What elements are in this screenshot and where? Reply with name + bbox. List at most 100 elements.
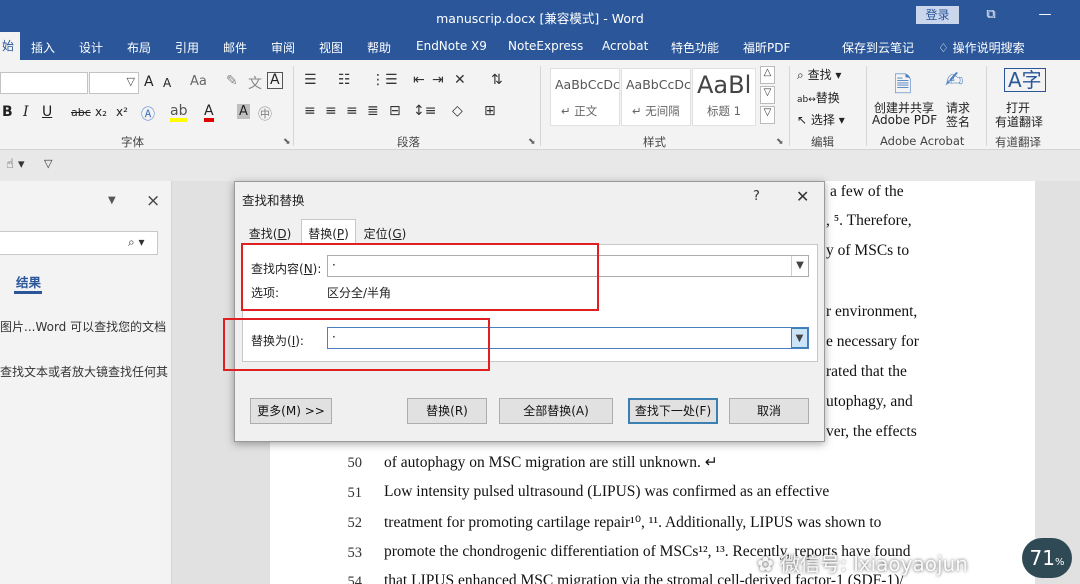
- replace-button[interactable]: 替换(R): [407, 398, 487, 424]
- italic-button[interactable]: I: [23, 104, 29, 120]
- bullets-icon[interactable]: ☰: [304, 72, 317, 88]
- create-pdf-label2[interactable]: Adobe PDF: [872, 113, 937, 127]
- find-button[interactable]: ⌕ 查找 ▾: [797, 66, 841, 83]
- style-name: 标题 1: [707, 104, 741, 118]
- ribbon: ▽ A A Aa ✎ 文 A B I U abc x₂ x² Ⓐ ab A A …: [0, 60, 1080, 150]
- tab-insert[interactable]: 插入: [31, 39, 55, 56]
- tab-layout[interactable]: 布局: [127, 39, 151, 56]
- open-youdao-label2[interactable]: 有道翻译: [995, 113, 1043, 130]
- dialog-launcher-icon[interactable]: ⬊: [283, 137, 291, 147]
- clear-format-icon[interactable]: ✎: [226, 73, 238, 89]
- chinese-layout-icon[interactable]: ✕: [454, 72, 466, 88]
- dialog-launcher-icon[interactable]: ⬊: [776, 137, 784, 147]
- close-icon[interactable]: ✕: [796, 187, 809, 206]
- doc-text-fragment: ver, the effects: [826, 423, 917, 440]
- close-icon[interactable]: ×: [146, 191, 160, 211]
- doc-line: of autophagy on MSC migration are still …: [384, 454, 718, 471]
- tab-home[interactable]: 始: [0, 32, 21, 60]
- tab-special-features[interactable]: 特色功能: [671, 39, 719, 56]
- line-spacing-icon[interactable]: ↕≡: [413, 103, 436, 119]
- style-no-spacing[interactable]: AaBbCcDc ↵ 无间隔: [621, 68, 691, 126]
- doc-text-fragment: e necessary for: [826, 333, 919, 350]
- zoom-badge[interactable]: 71%: [1022, 538, 1072, 578]
- subscript-button[interactable]: x₂: [95, 105, 107, 119]
- increase-indent-icon[interactable]: ⇥: [432, 72, 444, 88]
- align-center-icon[interactable]: ≡: [325, 103, 337, 119]
- enclose-char-icon[interactable]: ㊥: [258, 104, 272, 124]
- style-normal[interactable]: AaBbCcDc ↵ 正文: [550, 68, 620, 126]
- tab-mailings[interactable]: 邮件: [223, 39, 247, 56]
- group-label-adobe: Adobe Acrobat: [880, 134, 965, 148]
- customize-toolbar-icon[interactable]: ▽: [44, 157, 52, 170]
- login-button[interactable]: 登录: [916, 6, 959, 24]
- chevron-down-icon[interactable]: ▼: [791, 328, 808, 348]
- tab-goto[interactable]: 定位(G): [361, 222, 409, 244]
- minimize-icon[interactable]: —: [1034, 6, 1056, 24]
- font-name-combo[interactable]: [0, 72, 88, 94]
- styles-more-icon[interactable]: ▽: [760, 106, 775, 124]
- sort-icon[interactable]: ⇅: [491, 72, 503, 88]
- char-shading-button[interactable]: A: [237, 104, 250, 119]
- tab-endnote[interactable]: EndNote X9: [416, 39, 487, 53]
- dialog-launcher-icon[interactable]: ⬊: [528, 137, 536, 147]
- borders-icon[interactable]: ⊞: [484, 103, 496, 119]
- style-sample: AaBbCcDc: [555, 77, 620, 92]
- help-icon[interactable]: ?: [753, 189, 760, 204]
- justify-icon[interactable]: ≣: [367, 103, 379, 119]
- replace-all-button[interactable]: 全部替换(A): [499, 398, 613, 424]
- pane-options-icon[interactable]: ▼: [108, 195, 116, 206]
- distributed-icon[interactable]: ⊟: [389, 103, 401, 119]
- grow-font-button[interactable]: A: [144, 74, 154, 90]
- bold-button[interactable]: B: [2, 104, 13, 120]
- tab-save-cloud-note[interactable]: 保存到云笔记: [842, 39, 914, 56]
- highlight-box-find: [241, 243, 599, 311]
- superscript-button[interactable]: x²: [116, 105, 128, 119]
- styles-scroll-up-icon[interactable]: △: [760, 66, 775, 84]
- line-number: 53: [347, 545, 363, 561]
- font-color-icon[interactable]: A: [204, 104, 214, 122]
- decrease-indent-icon[interactable]: ⇤: [413, 72, 425, 88]
- request-sign-label2[interactable]: 签名: [946, 113, 970, 130]
- char-border-button[interactable]: A: [267, 72, 283, 89]
- find-next-button[interactable]: 查找下一处(F): [628, 398, 718, 424]
- change-case-button[interactable]: Aa: [190, 74, 207, 89]
- font-size-combo[interactable]: ▽: [89, 72, 139, 94]
- shrink-font-button[interactable]: A: [163, 76, 171, 90]
- search-icon[interactable]: ⌕ ▾: [128, 235, 145, 250]
- tab-replace[interactable]: 替换(P): [301, 219, 356, 245]
- tab-view[interactable]: 视图: [319, 39, 343, 56]
- navigation-pane: ▼ × ⌕ ▾ 结果 图片...Word 可以查找您的文档 查找文本或者放大镜查…: [0, 181, 172, 584]
- tab-noteexpress[interactable]: NoteExpress: [508, 39, 583, 53]
- tab-foxit-pdf[interactable]: 福昕PDF: [743, 39, 790, 56]
- tab-design[interactable]: 设计: [79, 39, 103, 56]
- highlight-icon[interactable]: ab: [170, 104, 188, 122]
- tab-help[interactable]: 帮助: [367, 39, 391, 56]
- tab-review[interactable]: 审阅: [271, 39, 295, 56]
- styles-scroll-down-icon[interactable]: ▽: [760, 86, 775, 104]
- tab-references[interactable]: 引用: [175, 39, 199, 56]
- multilevel-list-icon[interactable]: ⋮☰: [371, 72, 398, 88]
- strikethrough-button[interactable]: abc: [71, 106, 91, 119]
- more-button[interactable]: 更多(M) >>: [250, 398, 332, 424]
- align-right-icon[interactable]: ≡: [346, 103, 358, 119]
- replace-button[interactable]: ab↔替换: [797, 89, 840, 106]
- nav-search-input[interactable]: ⌕ ▾: [0, 231, 158, 255]
- replace-icon: ab↔: [797, 95, 816, 105]
- numbering-icon[interactable]: ☷: [338, 72, 351, 88]
- touch-mode-icon[interactable]: ☝ ▾: [6, 157, 25, 172]
- underline-button[interactable]: U: [42, 104, 52, 120]
- tab-find[interactable]: 查找(D): [246, 222, 294, 244]
- tab-label-end: ): [401, 227, 407, 241]
- phonetic-guide-button[interactable]: 文: [248, 73, 262, 93]
- text-effects-icon[interactable]: Ⓐ: [141, 104, 155, 124]
- style-heading-1[interactable]: AaBl 标题 1: [692, 68, 756, 126]
- tell-me-search[interactable]: ♢ 操作说明搜索: [938, 39, 1025, 56]
- restore-ribbon-icon[interactable]: ⧉: [980, 6, 1002, 24]
- align-left-icon[interactable]: ≡: [304, 103, 316, 119]
- tab-results[interactable]: 结果: [16, 272, 41, 291]
- tab-acrobat[interactable]: Acrobat: [602, 39, 648, 53]
- cancel-button[interactable]: 取消: [729, 398, 809, 424]
- shading-icon[interactable]: ◇: [452, 103, 463, 119]
- chevron-down-icon[interactable]: ▼: [791, 256, 808, 276]
- select-button[interactable]: ↖ 选择 ▾: [797, 111, 845, 128]
